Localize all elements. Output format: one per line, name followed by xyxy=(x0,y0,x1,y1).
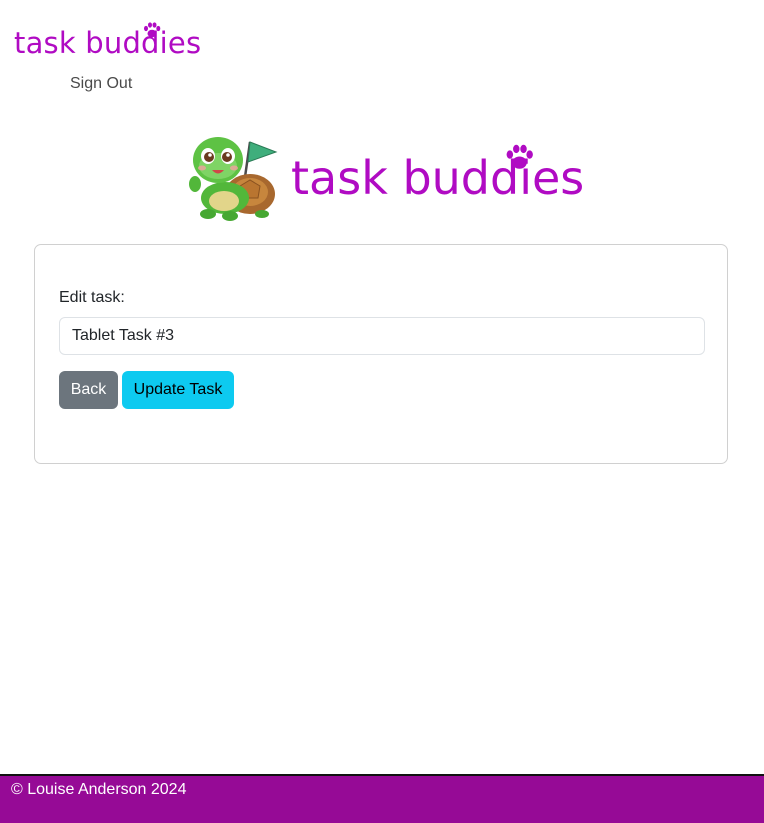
paw-icon xyxy=(144,22,161,38)
back-button[interactable]: Back xyxy=(59,371,118,409)
sign-out-link[interactable]: Sign Out xyxy=(70,75,132,93)
edit-task-card: Edit task: Back Update Task xyxy=(34,244,728,464)
site-footer: © Louise Anderson 2024 xyxy=(0,774,764,823)
copyright-text: © Louise Anderson 2024 xyxy=(11,781,187,798)
brand-text: task buddies xyxy=(14,26,202,60)
hero-title: task buddies xyxy=(291,151,585,205)
task-name-input[interactable] xyxy=(59,317,705,355)
edit-task-label: Edit task: xyxy=(59,289,125,306)
paw-icon xyxy=(506,144,533,169)
update-task-button[interactable]: Update Task xyxy=(122,371,234,409)
turtle-mascot-icon xyxy=(189,137,278,221)
brand-logo[interactable]: task buddies xyxy=(14,22,202,60)
